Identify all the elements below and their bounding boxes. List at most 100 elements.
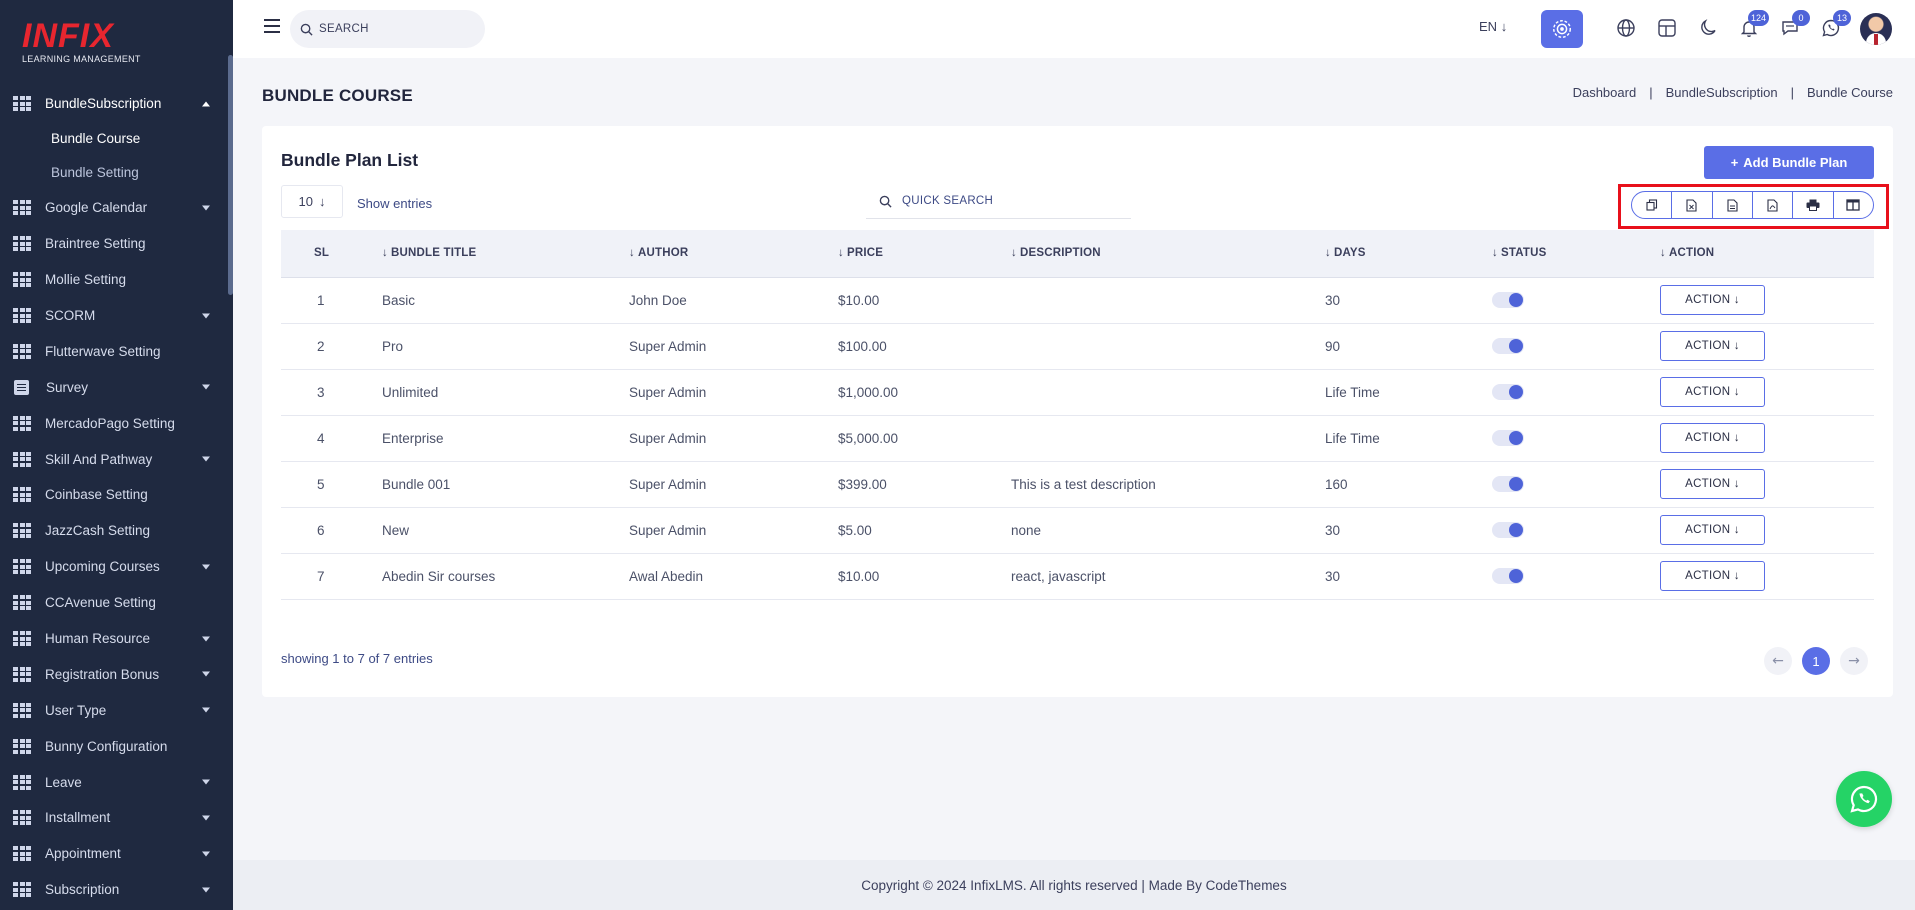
breadcrumb-dashboard[interactable]: Dashboard — [1573, 85, 1637, 100]
sidebar-item-human-resource[interactable]: Human Resource — [0, 621, 230, 657]
breadcrumb-separator: | — [1649, 85, 1653, 100]
admin-settings-button[interactable] — [1541, 10, 1583, 48]
whatsapp-float-button[interactable] — [1836, 771, 1892, 827]
sidebar-item-survey[interactable]: Survey — [0, 369, 230, 405]
breadcrumb-bundlesubscription[interactable]: BundleSubscription — [1666, 85, 1778, 100]
prev-page-button[interactable]: ← — [1764, 647, 1792, 675]
notification-badge: 124 — [1747, 10, 1769, 26]
excel-export-button[interactable] — [1672, 192, 1713, 218]
messages-button[interactable]: 0 — [1776, 10, 1810, 42]
messages-badge: 0 — [1792, 10, 1810, 26]
add-bundle-plan-button[interactable]: + Add Bundle Plan — [1704, 146, 1874, 179]
sidebar-item-coinbase-setting[interactable]: Coinbase Setting — [0, 477, 230, 513]
action-dropdown-button[interactable]: ACTION ↓ — [1660, 331, 1765, 361]
chevron-down-icon — [202, 564, 210, 570]
column-header-sl[interactable]: SL — [281, 230, 382, 278]
sidebar-item-flutterwave-setting[interactable]: Flutterwave Setting — [0, 333, 230, 369]
sidebar-item-google-calendar[interactable]: Google Calendar — [0, 190, 230, 226]
cell-bundle-title: Abedin Sir courses — [382, 553, 629, 600]
entries-per-page-select[interactable]: 10 ↓ — [281, 185, 343, 218]
sidebar-item-installment[interactable]: Installment — [0, 800, 230, 836]
global-search[interactable] — [290, 10, 485, 48]
status-toggle[interactable] — [1492, 430, 1524, 447]
quick-search[interactable] — [866, 184, 1131, 219]
user-avatar[interactable] — [1860, 13, 1892, 45]
column-header-days[interactable]: ↓ DAYS — [1325, 230, 1492, 278]
sidebar-item-leave[interactable]: Leave — [0, 764, 230, 800]
sidebar-item-user-type[interactable]: User Type — [0, 692, 230, 728]
action-dropdown-button[interactable]: ACTION ↓ — [1660, 469, 1765, 499]
grid-icon — [13, 96, 31, 112]
website-button[interactable] — [1612, 14, 1640, 42]
cell-author: Super Admin — [629, 507, 838, 554]
sort-arrow-icon: ↓ — [1011, 247, 1017, 260]
column-header-action[interactable]: ↓ ACTION — [1660, 230, 1874, 278]
column-header-price[interactable]: ↓ PRICE — [838, 230, 1011, 278]
sidebar-item-scorm[interactable]: SCORM — [0, 298, 230, 334]
status-toggle[interactable] — [1492, 476, 1524, 493]
cell-bundle-title: Enterprise — [382, 415, 629, 462]
sidebar-item-bundlesubscription[interactable]: BundleSubscription — [0, 86, 230, 122]
column-header-description[interactable]: ↓ DESCRIPTION — [1011, 230, 1325, 278]
whatsapp-chat-button[interactable]: 13 — [1817, 10, 1851, 42]
dark-mode-toggle[interactable] — [1694, 14, 1722, 42]
sidebar-subitem-bundle-course[interactable]: Bundle Course — [0, 122, 230, 156]
arrow-down-icon: ↓ — [1733, 386, 1740, 398]
sidebar-item-bunny-configuration[interactable]: Bunny Configuration — [0, 728, 230, 764]
column-visibility-button[interactable] — [1834, 192, 1873, 218]
action-dropdown-button[interactable]: ACTION ↓ — [1660, 377, 1765, 407]
status-toggle[interactable] — [1492, 568, 1524, 585]
csv-export-button[interactable] — [1713, 192, 1753, 218]
action-dropdown-button[interactable]: ACTION ↓ — [1660, 561, 1765, 591]
cell-sl: 1 — [281, 277, 382, 324]
sidebar-item-braintree-setting[interactable]: Braintree Setting — [0, 226, 230, 262]
sidebar-item-mollie-setting[interactable]: Mollie Setting — [0, 262, 230, 298]
app-logo[interactable]: INFIX LEARNING MANAGEMENT — [22, 18, 142, 68]
notifications-button[interactable]: 124 — [1735, 10, 1769, 42]
sidebar-item-label: Google Calendar — [45, 200, 148, 216]
grid-icon — [13, 846, 31, 862]
grid-icon — [13, 810, 31, 826]
chevron-down-icon — [202, 671, 210, 677]
sidebar-item-ccavenue-setting[interactable]: CCAvenue Setting — [0, 585, 230, 621]
status-toggle[interactable] — [1492, 384, 1524, 401]
next-page-button[interactable]: → — [1840, 647, 1868, 675]
print-button[interactable] — [1793, 192, 1834, 218]
page-button-current[interactable]: 1 — [1802, 647, 1830, 675]
sidebar-item-registration-bonus[interactable]: Registration Bonus — [0, 656, 230, 692]
layout-button[interactable] — [1653, 14, 1681, 42]
breadcrumb-bundle-course[interactable]: Bundle Course — [1807, 85, 1893, 100]
sidebar-item-subscription[interactable]: Subscription — [0, 872, 230, 908]
search-input[interactable] — [319, 23, 469, 35]
grid-icon — [13, 343, 31, 359]
column-header-bundle-title[interactable]: ↓ BUNDLE TITLE — [382, 230, 629, 278]
status-toggle[interactable] — [1492, 338, 1524, 355]
sidebar-subitem-bundle-setting[interactable]: Bundle Setting — [0, 156, 230, 190]
cell-sl: 5 — [281, 461, 382, 508]
table-row: 1 Basic John Doe $10.00 30 ACTION ↓ — [281, 277, 1874, 324]
cell-price: $1,000.00 — [838, 369, 1011, 416]
action-dropdown-button[interactable]: ACTION ↓ — [1660, 285, 1765, 315]
pdf-export-button[interactable] — [1753, 192, 1794, 218]
action-dropdown-button[interactable]: ACTION ↓ — [1660, 423, 1765, 453]
sidebar-item-jazzcash-setting[interactable]: JazzCash Setting — [0, 513, 230, 549]
action-dropdown-button[interactable]: ACTION ↓ — [1660, 515, 1765, 545]
quick-search-input[interactable] — [902, 195, 1122, 207]
search-icon — [879, 195, 892, 208]
chevron-down-icon — [202, 384, 210, 390]
sidebar-item-mercadopago-setting[interactable]: MercadoPago Setting — [0, 405, 230, 441]
menu-toggle-icon[interactable] — [264, 19, 280, 33]
sidebar-item-skill-and-pathway[interactable]: Skill And Pathway — [0, 441, 230, 477]
status-toggle[interactable] — [1492, 292, 1524, 309]
sidebar-item-upcoming-courses[interactable]: Upcoming Courses — [0, 549, 230, 585]
arrow-left-icon: ← — [1772, 653, 1784, 669]
arrow-down-icon: ↓ — [1733, 340, 1740, 352]
sort-arrow-icon: ↓ — [1492, 247, 1498, 260]
language-selector[interactable]: EN ↓ — [1479, 19, 1507, 34]
status-toggle[interactable] — [1492, 522, 1524, 539]
copy-button[interactable] — [1632, 192, 1673, 218]
cell-price: $5.00 — [838, 507, 1011, 554]
column-header-status[interactable]: ↓ STATUS — [1492, 230, 1660, 278]
sidebar-item-appointment[interactable]: Appointment — [0, 836, 230, 872]
column-header-author[interactable]: ↓ AUTHOR — [629, 230, 838, 278]
